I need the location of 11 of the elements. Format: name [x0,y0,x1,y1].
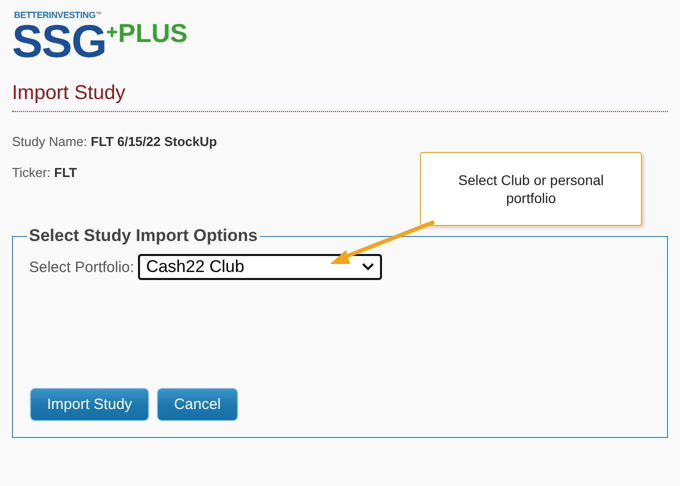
portfolio-dropdown[interactable]: Cash22 Club [138,254,382,280]
field-label: Select Portfolio: [29,258,134,276]
logo-main: SSG [12,18,106,64]
brand-name: BETTERINVESTING [14,10,96,20]
page-title: Import Study [12,82,668,112]
logo-suffix: PLUS [118,18,188,48]
action-button[interactable]: Cancel [157,388,238,421]
action-button[interactable]: Import Study [30,388,150,421]
info-line: Study Name: FLT 6/15/22 StockUp [12,134,218,149]
callout-box: Select Club or personal portfolio [420,152,642,226]
panel-legend: Select Study Import Options [27,226,260,246]
